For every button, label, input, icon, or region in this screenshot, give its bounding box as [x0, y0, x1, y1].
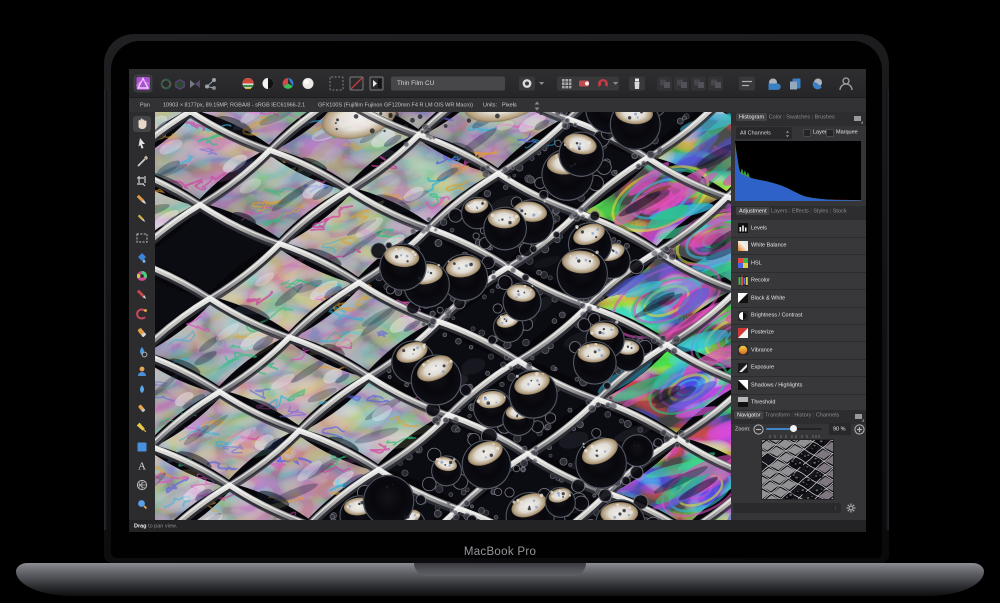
- svg-text:A: A: [138, 461, 146, 473]
